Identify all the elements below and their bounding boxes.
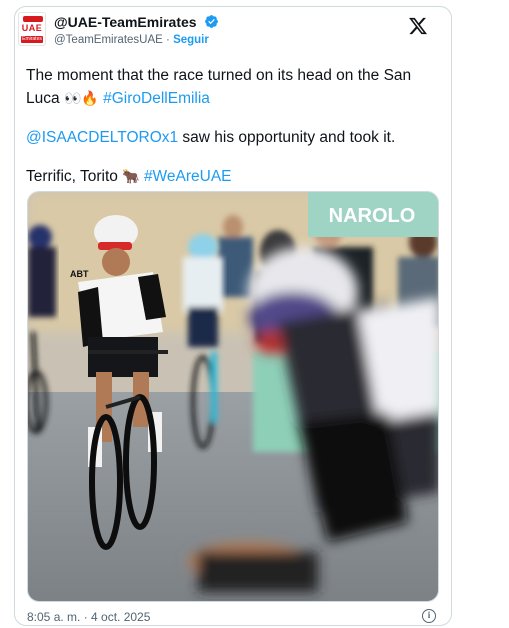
avatar-logo-sub: Emirates (21, 36, 43, 43)
tweet-line3: Terrific, Torito (26, 168, 118, 185)
sponsor-banner: NAROLO (308, 192, 438, 237)
eyes-fire-emoji: 👀🔥 (63, 90, 99, 106)
info-icon[interactable]: i (422, 609, 436, 623)
banner-text: NAROLO (329, 205, 416, 227)
follow-button[interactable]: Seguir (173, 34, 209, 46)
x-logo-icon[interactable] (408, 16, 428, 36)
verified-badge-icon (204, 14, 219, 34)
account-name[interactable]: @UAE-TeamEmirates (54, 14, 197, 30)
tweet-photo[interactable]: NAROLO ABT (27, 191, 439, 602)
mention-isaac-del-toro[interactable]: @ISAACDELTOROx1 (26, 129, 178, 146)
separator-dot: · (166, 34, 170, 46)
hashtag-weareuae[interactable]: #WeAreUAE (144, 168, 232, 185)
jersey-text: ABT (70, 269, 89, 279)
avatar-logo-bar (23, 16, 43, 22)
account-avatar[interactable]: UAE Emirates (18, 12, 46, 46)
account-handle[interactable]: @TeamEmiratesUAE (54, 34, 163, 46)
tweet-header: UAE Emirates @UAE-TeamEmirates @TeamEmir… (14, 12, 428, 52)
avatar-logo-text: UAE (21, 23, 43, 33)
tweet-timestamp[interactable]: 8:05 a. m. · 4 oct. 2025 (27, 610, 150, 624)
ox-emoji: 🐂 (122, 168, 140, 184)
hashtag-giro-dellemilia[interactable]: #GiroDellEmilia (103, 90, 210, 107)
tweet-text: The moment that the race turned on its h… (26, 64, 436, 188)
tweet-line2: saw his opportunity and took it. (178, 129, 396, 146)
